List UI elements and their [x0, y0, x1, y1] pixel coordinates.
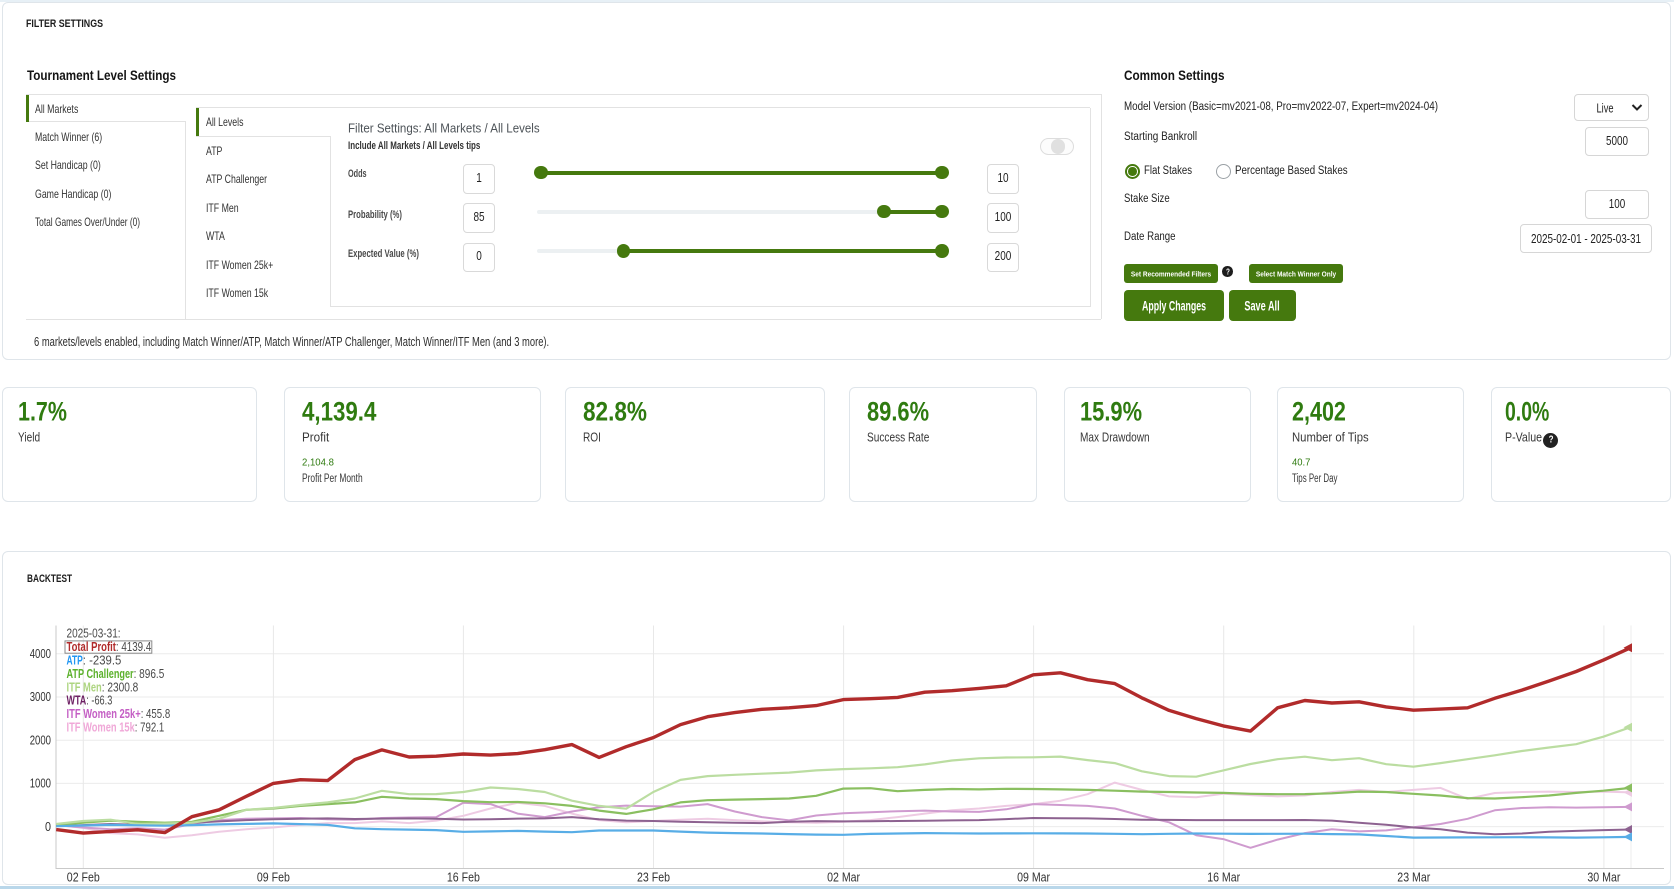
- svg-text:3000: 3000: [30, 690, 51, 704]
- svg-text:02 Feb: 02 Feb: [67, 871, 100, 885]
- svg-text:2000: 2000: [30, 733, 51, 747]
- svg-text:23 Mar: 23 Mar: [1397, 871, 1430, 885]
- svg-text:23 Feb: 23 Feb: [637, 871, 670, 885]
- svg-text:ITF Women 15k: ITF Women 15k: [67, 720, 136, 735]
- svg-text:: 792.1: : 792.1: [135, 720, 165, 735]
- svg-text:4000: 4000: [30, 647, 51, 661]
- svg-text:30 Mar: 30 Mar: [1587, 871, 1620, 885]
- svg-text:1000: 1000: [30, 777, 51, 791]
- svg-text:16 Feb: 16 Feb: [447, 871, 480, 885]
- svg-text:16 Mar: 16 Mar: [1207, 871, 1240, 885]
- svg-text:0: 0: [45, 820, 51, 834]
- svg-text:09 Feb: 09 Feb: [257, 871, 290, 885]
- svg-text:02 Mar: 02 Mar: [827, 871, 860, 885]
- svg-text:09 Mar: 09 Mar: [1017, 871, 1050, 885]
